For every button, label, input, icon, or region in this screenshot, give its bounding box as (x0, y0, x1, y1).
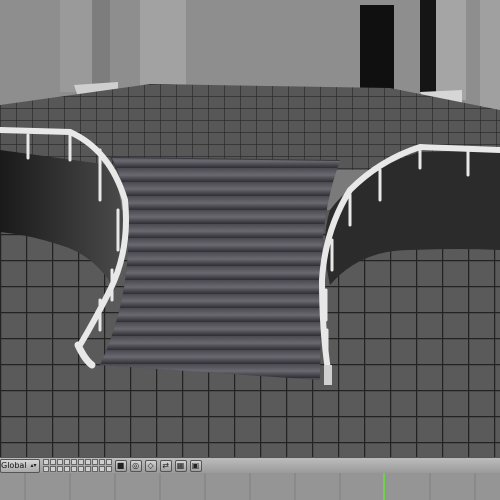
layer-7[interactable] (84, 459, 91, 465)
layer-16[interactable] (77, 466, 84, 472)
blender-window: Global ▴▾ ■ ◎ ◇ ⇄ ▦ ▣ (0, 0, 500, 500)
timeline-ruler (24, 473, 476, 500)
layer-3[interactable] (56, 459, 63, 465)
camera-icon[interactable]: ▣ (189, 459, 202, 472)
3d-view-header: Global ▴▾ ■ ◎ ◇ ⇄ ▦ ▣ (0, 457, 500, 473)
layer-buttons[interactable] (42, 459, 112, 472)
layer-2[interactable] (49, 459, 56, 465)
staircase (100, 157, 340, 380)
layer-11[interactable] (42, 466, 49, 472)
layer-18[interactable] (91, 466, 98, 472)
transform-orientation-select[interactable]: Global ▴▾ (0, 458, 40, 473)
layer-1[interactable] (42, 459, 49, 465)
timeline[interactable] (0, 473, 500, 500)
layer-4[interactable] (63, 459, 70, 465)
layer-10[interactable] (105, 459, 112, 465)
snap-icon[interactable]: ◇ (144, 459, 157, 472)
chevron-updown-icon: ▴▾ (30, 462, 37, 469)
transform-orientation-value: Global (1, 461, 27, 470)
column-left (60, 0, 118, 103)
layer-19[interactable] (98, 466, 105, 472)
layer-20[interactable] (105, 466, 112, 472)
layer-14[interactable] (63, 466, 70, 472)
3d-viewport[interactable] (0, 0, 500, 457)
lock-icon[interactable]: ■ (114, 459, 127, 472)
layer-6[interactable] (77, 459, 84, 465)
layer-9[interactable] (98, 459, 105, 465)
layer-13[interactable] (56, 466, 63, 472)
layer-17[interactable] (84, 466, 91, 472)
layer-15[interactable] (70, 466, 77, 472)
scene-render (0, 0, 500, 457)
render-icon[interactable]: ▦ (174, 459, 187, 472)
manipulator-icon[interactable]: ⇄ (159, 459, 172, 472)
layer-12[interactable] (49, 466, 56, 472)
layer-5[interactable] (70, 459, 77, 465)
pivot-icon[interactable]: ◎ (129, 459, 142, 472)
layer-8[interactable] (91, 459, 98, 465)
